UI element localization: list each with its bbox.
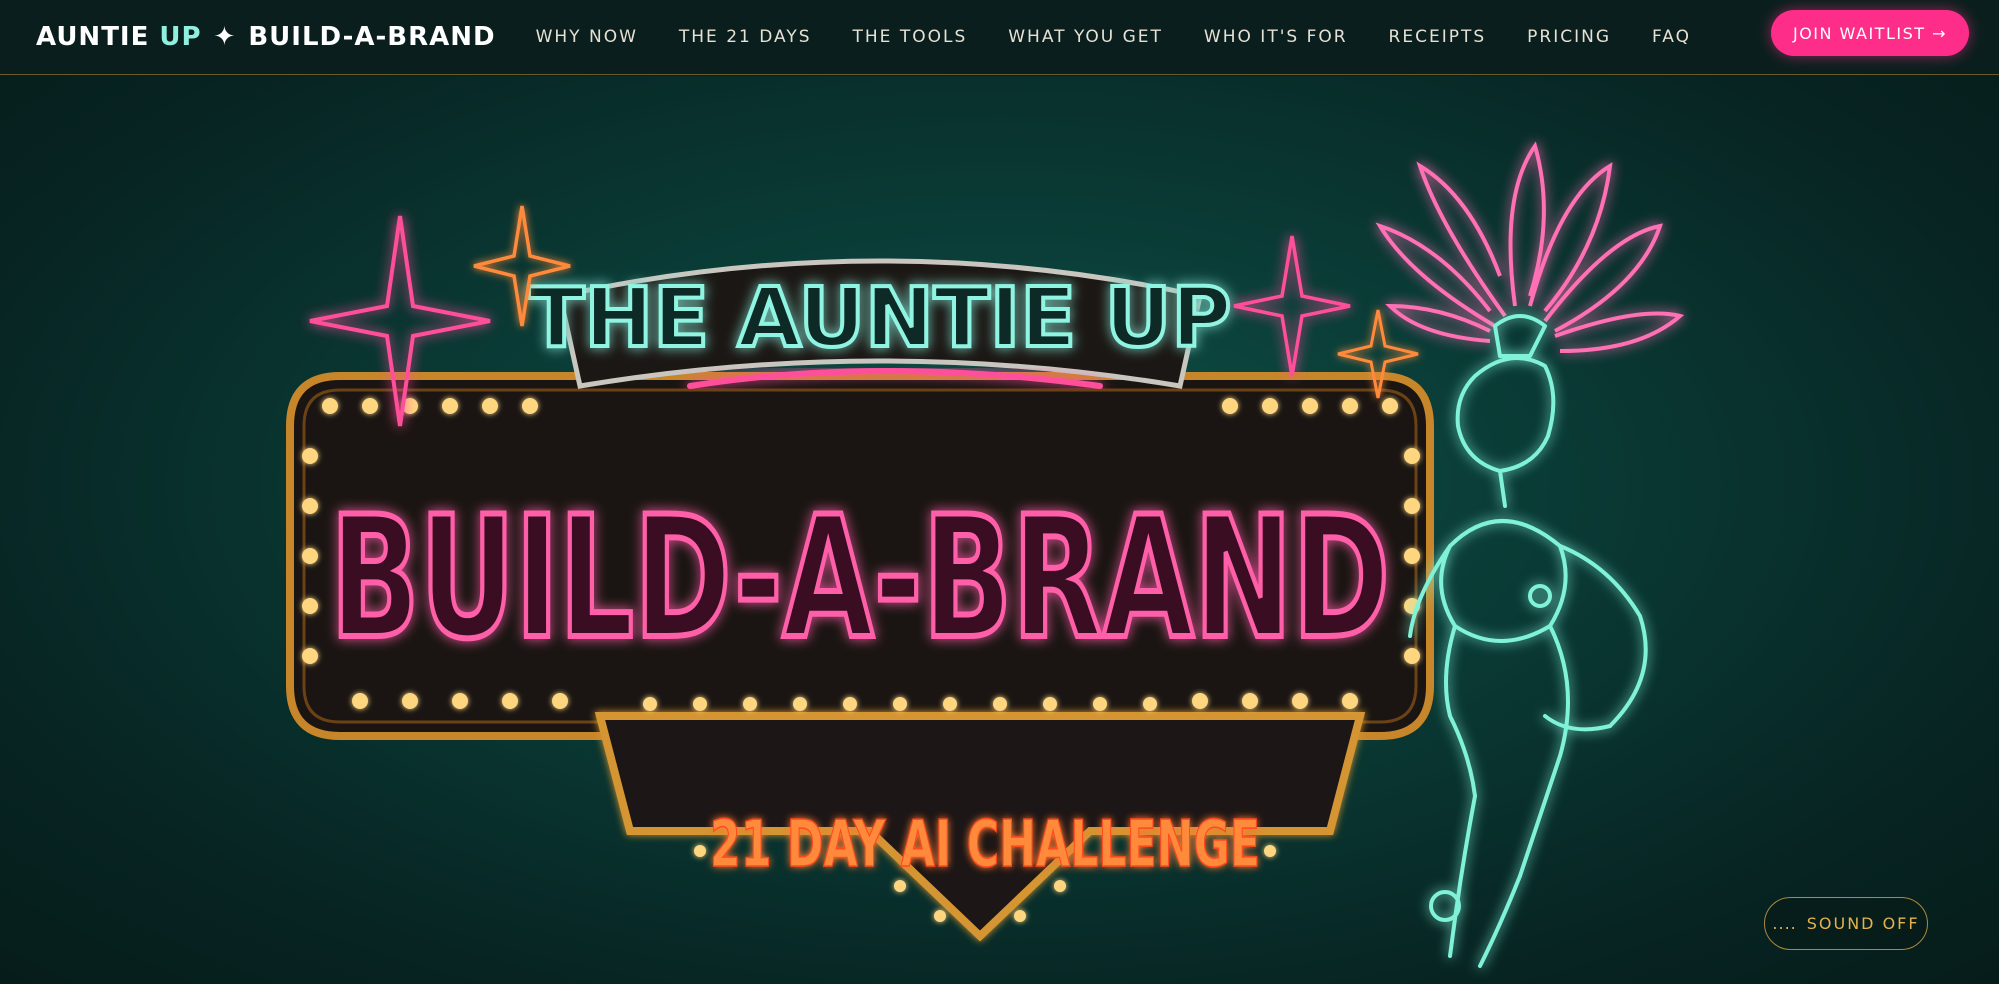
- neon-marquee-illustration: THE AUNTIE UP BUILD-A-BRAND 21 DAY AI CH…: [286, 141, 1685, 968]
- sparkle-icon: ✦: [213, 22, 237, 52]
- nav-link-why-now[interactable]: WHY NOW: [536, 27, 638, 47]
- sound-toggle-label: SOUND OFF: [1806, 914, 1920, 933]
- nav-link-what-you-get[interactable]: WHAT YOU GET: [1008, 27, 1163, 47]
- top-navigation: AUNTIE UP ✦ BUILD-A-BRAND WHY NOW THE 21…: [0, 0, 1999, 75]
- brand-name-part1: AUNTIE: [36, 22, 150, 52]
- sign-top-text: THE AUNTIE UP: [529, 271, 1232, 366]
- brand-name-part3: BUILD-A-BRAND: [248, 22, 496, 52]
- neon-showgirl: [1408, 314, 1648, 968]
- feather-headdress: [1375, 141, 1685, 353]
- sign-sub-text: 21 DAY AI CHALLENGE: [710, 808, 1260, 882]
- nav-link-receipts[interactable]: RECEIPTS: [1389, 27, 1487, 47]
- brand-name-part2: UP: [159, 22, 202, 52]
- sign-main-text: BUILD-A-BRAND: [330, 480, 1390, 676]
- nav-link-who-its-for[interactable]: WHO IT'S FOR: [1204, 27, 1348, 47]
- hero-section: THE AUNTIE UP BUILD-A-BRAND 21 DAY AI CH…: [0, 76, 1999, 984]
- nav-link-the-tools[interactable]: THE TOOLS: [853, 27, 968, 47]
- sound-toggle-button[interactable]: .... SOUND OFF: [1764, 897, 1928, 950]
- sound-indicator-icon: ....: [1772, 914, 1797, 933]
- nav-link-faq[interactable]: FAQ: [1652, 27, 1691, 47]
- brand-logo[interactable]: AUNTIE UP ✦ BUILD-A-BRAND: [36, 22, 496, 52]
- nav-link-pricing[interactable]: PRICING: [1527, 27, 1611, 47]
- nav-links: WHY NOW THE 21 DAYS THE TOOLS WHAT YOU G…: [536, 27, 1732, 47]
- nav-link-the-21-days[interactable]: THE 21 DAYS: [679, 27, 812, 47]
- neon-star-pink-right: [1233, 235, 1351, 377]
- join-waitlist-button[interactable]: JOIN WAITLIST →: [1770, 10, 1969, 56]
